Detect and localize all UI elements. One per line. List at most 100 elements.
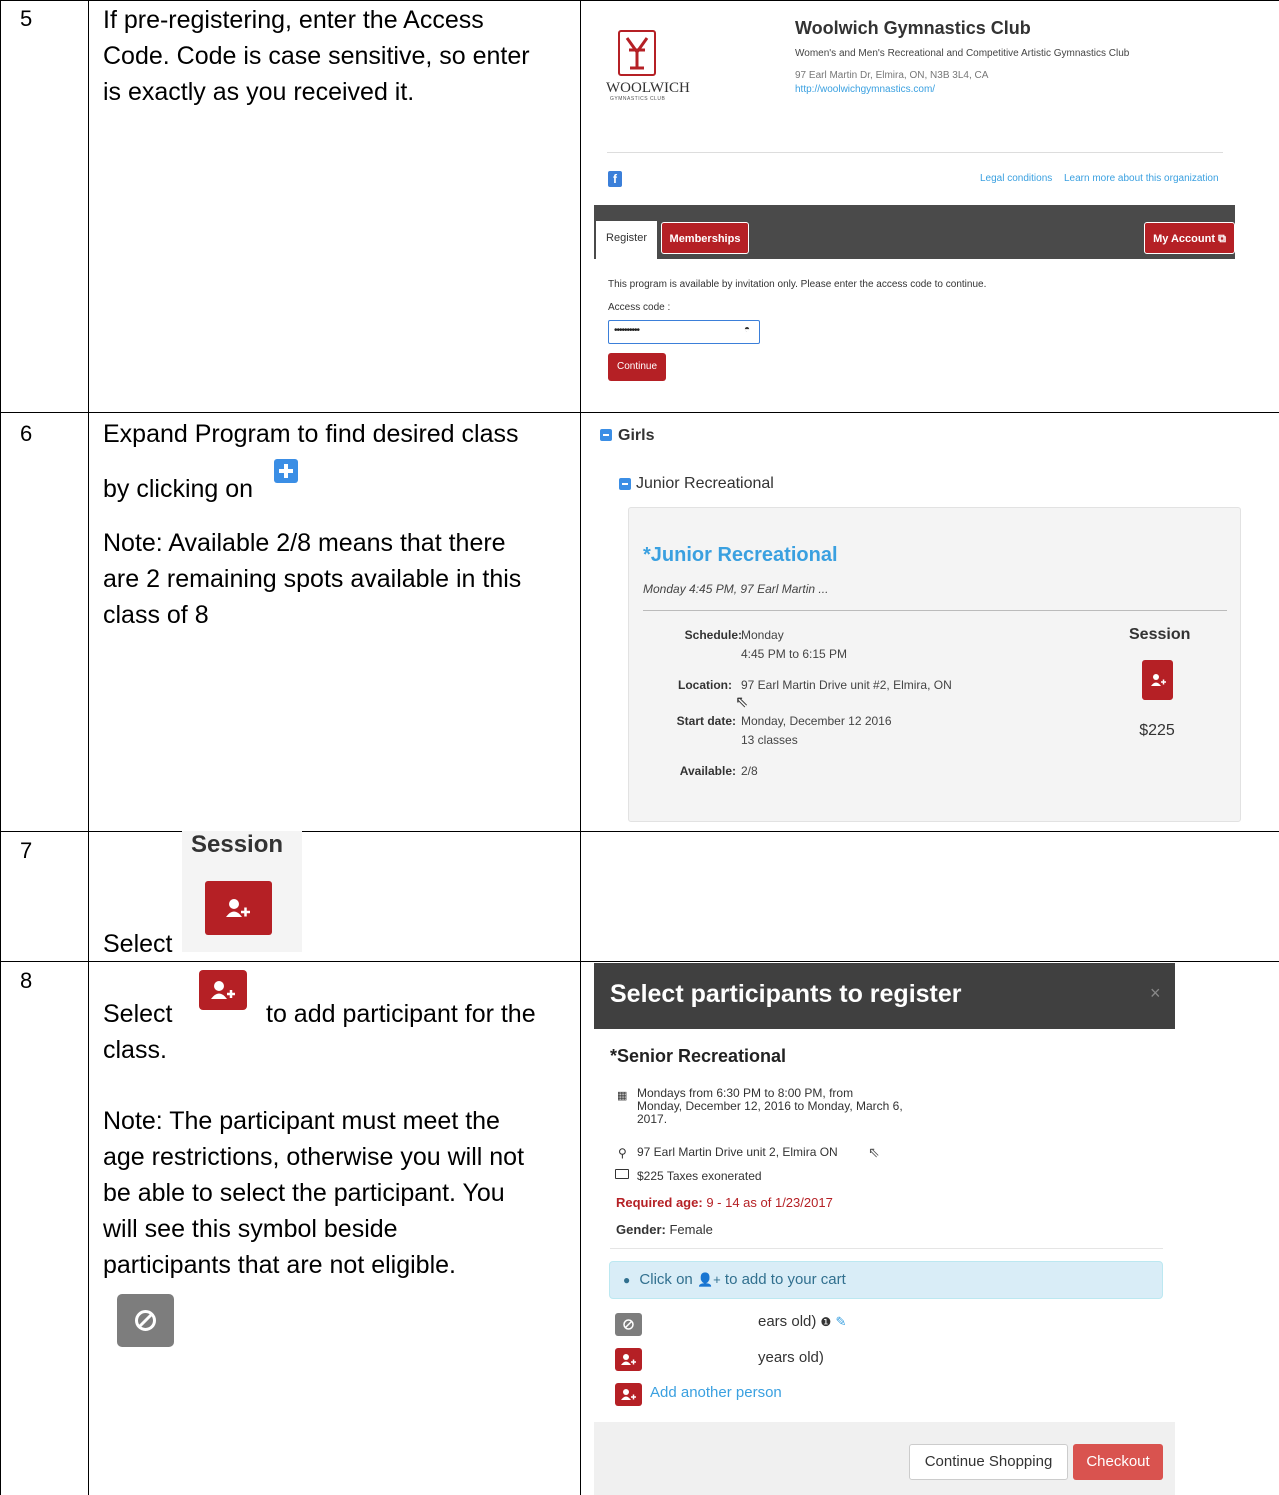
session-price: $225 bbox=[1139, 722, 1175, 739]
add-another-person-link[interactable]: Add another person bbox=[650, 1384, 782, 1401]
required-age-value: 9 - 14 as of 1/23/2017 bbox=[706, 1195, 833, 1210]
step-note: Note: Available 2/8 means that there are… bbox=[103, 525, 573, 633]
collapse-minus-icon[interactable] bbox=[619, 478, 631, 490]
schedule-label: Schedule: bbox=[684, 628, 742, 642]
course-title: *Senior Recreational bbox=[610, 1046, 787, 1066]
learn-more-link[interactable]: Learn more about this organization bbox=[1064, 173, 1219, 184]
step-note: Note: The participant must meet the age … bbox=[103, 1103, 573, 1283]
continue-shopping-button[interactable]: Continue Shopping bbox=[909, 1444, 1068, 1480]
my-account-label: My Account bbox=[1153, 233, 1215, 245]
table-top-border bbox=[0, 0, 1279, 1]
expand-plus-icon bbox=[274, 459, 299, 483]
available-label: Available: bbox=[679, 764, 736, 778]
step-number: 7 bbox=[20, 838, 33, 863]
program-title[interactable]: *Junior Recreational bbox=[643, 544, 838, 567]
start-date-value: Monday, December 12 2016 bbox=[741, 714, 892, 728]
calendar-icon: ▦ bbox=[617, 1090, 628, 1102]
note-line: participants that are not eligible. bbox=[103, 1251, 456, 1279]
instruction-line: by clicking on bbox=[103, 475, 254, 503]
session-header: Session bbox=[1129, 626, 1191, 643]
step-instruction: Expand Program to find desired class by … bbox=[103, 416, 573, 633]
required-age-label: Required age: bbox=[616, 1195, 703, 1210]
map-marker-icon: ⚲ bbox=[618, 1146, 627, 1160]
schedule-day: Monday bbox=[741, 628, 784, 642]
mouse-cursor-icon: ⇖ bbox=[868, 1144, 880, 1160]
program-group-girls[interactable]: Girls bbox=[618, 427, 654, 445]
checkout-button[interactable]: Checkout bbox=[1073, 1444, 1163, 1480]
instruction-line: Expand Program to find desired class bbox=[103, 420, 519, 448]
logo-subtext: GYMNASTICS CLUB bbox=[610, 96, 666, 102]
divider bbox=[610, 1248, 1163, 1249]
note-line: Note: The participant must meet the bbox=[103, 1107, 500, 1135]
schedule-line: Monday, December 12, 2016 to Monday, Mar… bbox=[637, 1099, 903, 1113]
info-circle-icon: ● bbox=[623, 1273, 631, 1287]
legal-conditions-link[interactable]: Legal conditions bbox=[980, 173, 1052, 184]
select-text: Select bbox=[103, 930, 173, 958]
org-website-link[interactable]: http://woolwichgymnastics.com/ bbox=[795, 84, 935, 95]
add-participant-button[interactable] bbox=[1142, 660, 1173, 700]
divider bbox=[643, 610, 1227, 611]
info-text: Click on bbox=[639, 1271, 693, 1288]
course-location: 97 Earl Martin Drive unit 2, Elmira ON bbox=[637, 1145, 838, 1159]
external-link-icon: ⧉ bbox=[1218, 233, 1226, 245]
woolwich-logo bbox=[618, 30, 656, 76]
participant-age: ears old) bbox=[758, 1313, 817, 1330]
close-icon[interactable]: × bbox=[1150, 983, 1161, 1004]
session-snippet: Session bbox=[182, 831, 302, 952]
org-page-screenshot: WOOLWICH GYMNASTICS CLUB Woolwich Gymnas… bbox=[594, 6, 1235, 406]
divider bbox=[607, 152, 1223, 153]
money-icon bbox=[615, 1169, 629, 1179]
program-card: *Junior Recreational Monday 4:45 PM, 97 … bbox=[628, 507, 1241, 822]
tab-memberships[interactable]: Memberships bbox=[661, 222, 749, 254]
select-text: Select bbox=[103, 1000, 173, 1028]
available-value: 2/8 bbox=[741, 764, 758, 778]
program-subgroup[interactable]: Junior Recreational bbox=[636, 475, 774, 493]
table-left-border bbox=[0, 0, 1, 1495]
add-participant-button bbox=[205, 881, 272, 935]
gender: Gender: Female bbox=[616, 1222, 713, 1237]
program-summary: Monday 4:45 PM, 97 Earl Martin ... bbox=[643, 582, 829, 596]
note-line: class of 8 bbox=[103, 601, 209, 629]
org-address: 97 Earl Martin Dr, Elmira, ON, N3B 3L4, … bbox=[795, 70, 989, 81]
edit-icon[interactable]: ✎ bbox=[835, 1314, 846, 1329]
continue-button[interactable]: Continue bbox=[608, 353, 666, 381]
info-text: to add to your cart bbox=[724, 1271, 846, 1288]
add-user-icon: 👤+ bbox=[696, 1272, 721, 1287]
step-instruction: class. bbox=[103, 1036, 167, 1064]
tab-register[interactable]: Register bbox=[596, 221, 657, 259]
my-account-button[interactable]: My Account ⧉ bbox=[1144, 222, 1235, 254]
gender-value: Female bbox=[669, 1222, 713, 1237]
step-number: 6 bbox=[20, 421, 33, 446]
step-instruction: to add participant for the bbox=[266, 1000, 536, 1028]
add-participant-icon bbox=[199, 970, 247, 1010]
invite-message: This program is available by invitation … bbox=[608, 279, 987, 290]
location-label: Location: bbox=[678, 678, 732, 692]
ineligible-icon bbox=[615, 1313, 642, 1336]
modal-header: Select participants to register × bbox=[594, 963, 1175, 1029]
facebook-icon[interactable]: f bbox=[608, 171, 622, 187]
instruction-line-with-icon: by clicking on bbox=[103, 459, 573, 507]
logo-text: WOOLWICH bbox=[606, 80, 690, 96]
schedule-line: 2017. bbox=[637, 1112, 668, 1126]
participant-1: ears old) ❶ ✎ bbox=[758, 1313, 846, 1330]
info-icon[interactable]: ❶ bbox=[821, 1315, 832, 1329]
access-code-value: •••••••••• bbox=[614, 325, 640, 336]
add-participant-button[interactable] bbox=[615, 1348, 642, 1371]
location-value: 97 Earl Martin Drive unit #2, Elmira, ON bbox=[741, 678, 952, 692]
info-alert: ● Click on 👤+ to add to your cart bbox=[609, 1261, 1163, 1299]
course-schedule: Mondays from 6:30 PM to 8:00 PM, from Mo… bbox=[637, 1087, 903, 1126]
org-name: Woolwich Gymnastics Club bbox=[795, 18, 1031, 38]
instruction-line: Code. Code is case sensitive, so enter bbox=[103, 42, 530, 70]
reveal-password-icon[interactable]: ◓ bbox=[744, 324, 750, 335]
mouse-cursor-icon: ⇖ bbox=[735, 694, 749, 711]
participant-modal: Select participants to register × *Senio… bbox=[594, 963, 1175, 1495]
row-divider bbox=[0, 961, 1279, 962]
note-line: will see this symbol beside bbox=[103, 1215, 398, 1243]
access-code-input[interactable]: •••••••••• ◓ bbox=[608, 320, 760, 344]
row-divider bbox=[0, 412, 1279, 413]
add-person-button-icon[interactable] bbox=[615, 1383, 642, 1406]
collapse-minus-icon[interactable] bbox=[600, 429, 612, 441]
schedule-time: 4:45 PM to 6:15 PM bbox=[741, 647, 848, 661]
modal-footer: Continue Shopping Checkout bbox=[594, 1422, 1175, 1495]
instruction-line: is exactly as you received it. bbox=[103, 78, 415, 106]
